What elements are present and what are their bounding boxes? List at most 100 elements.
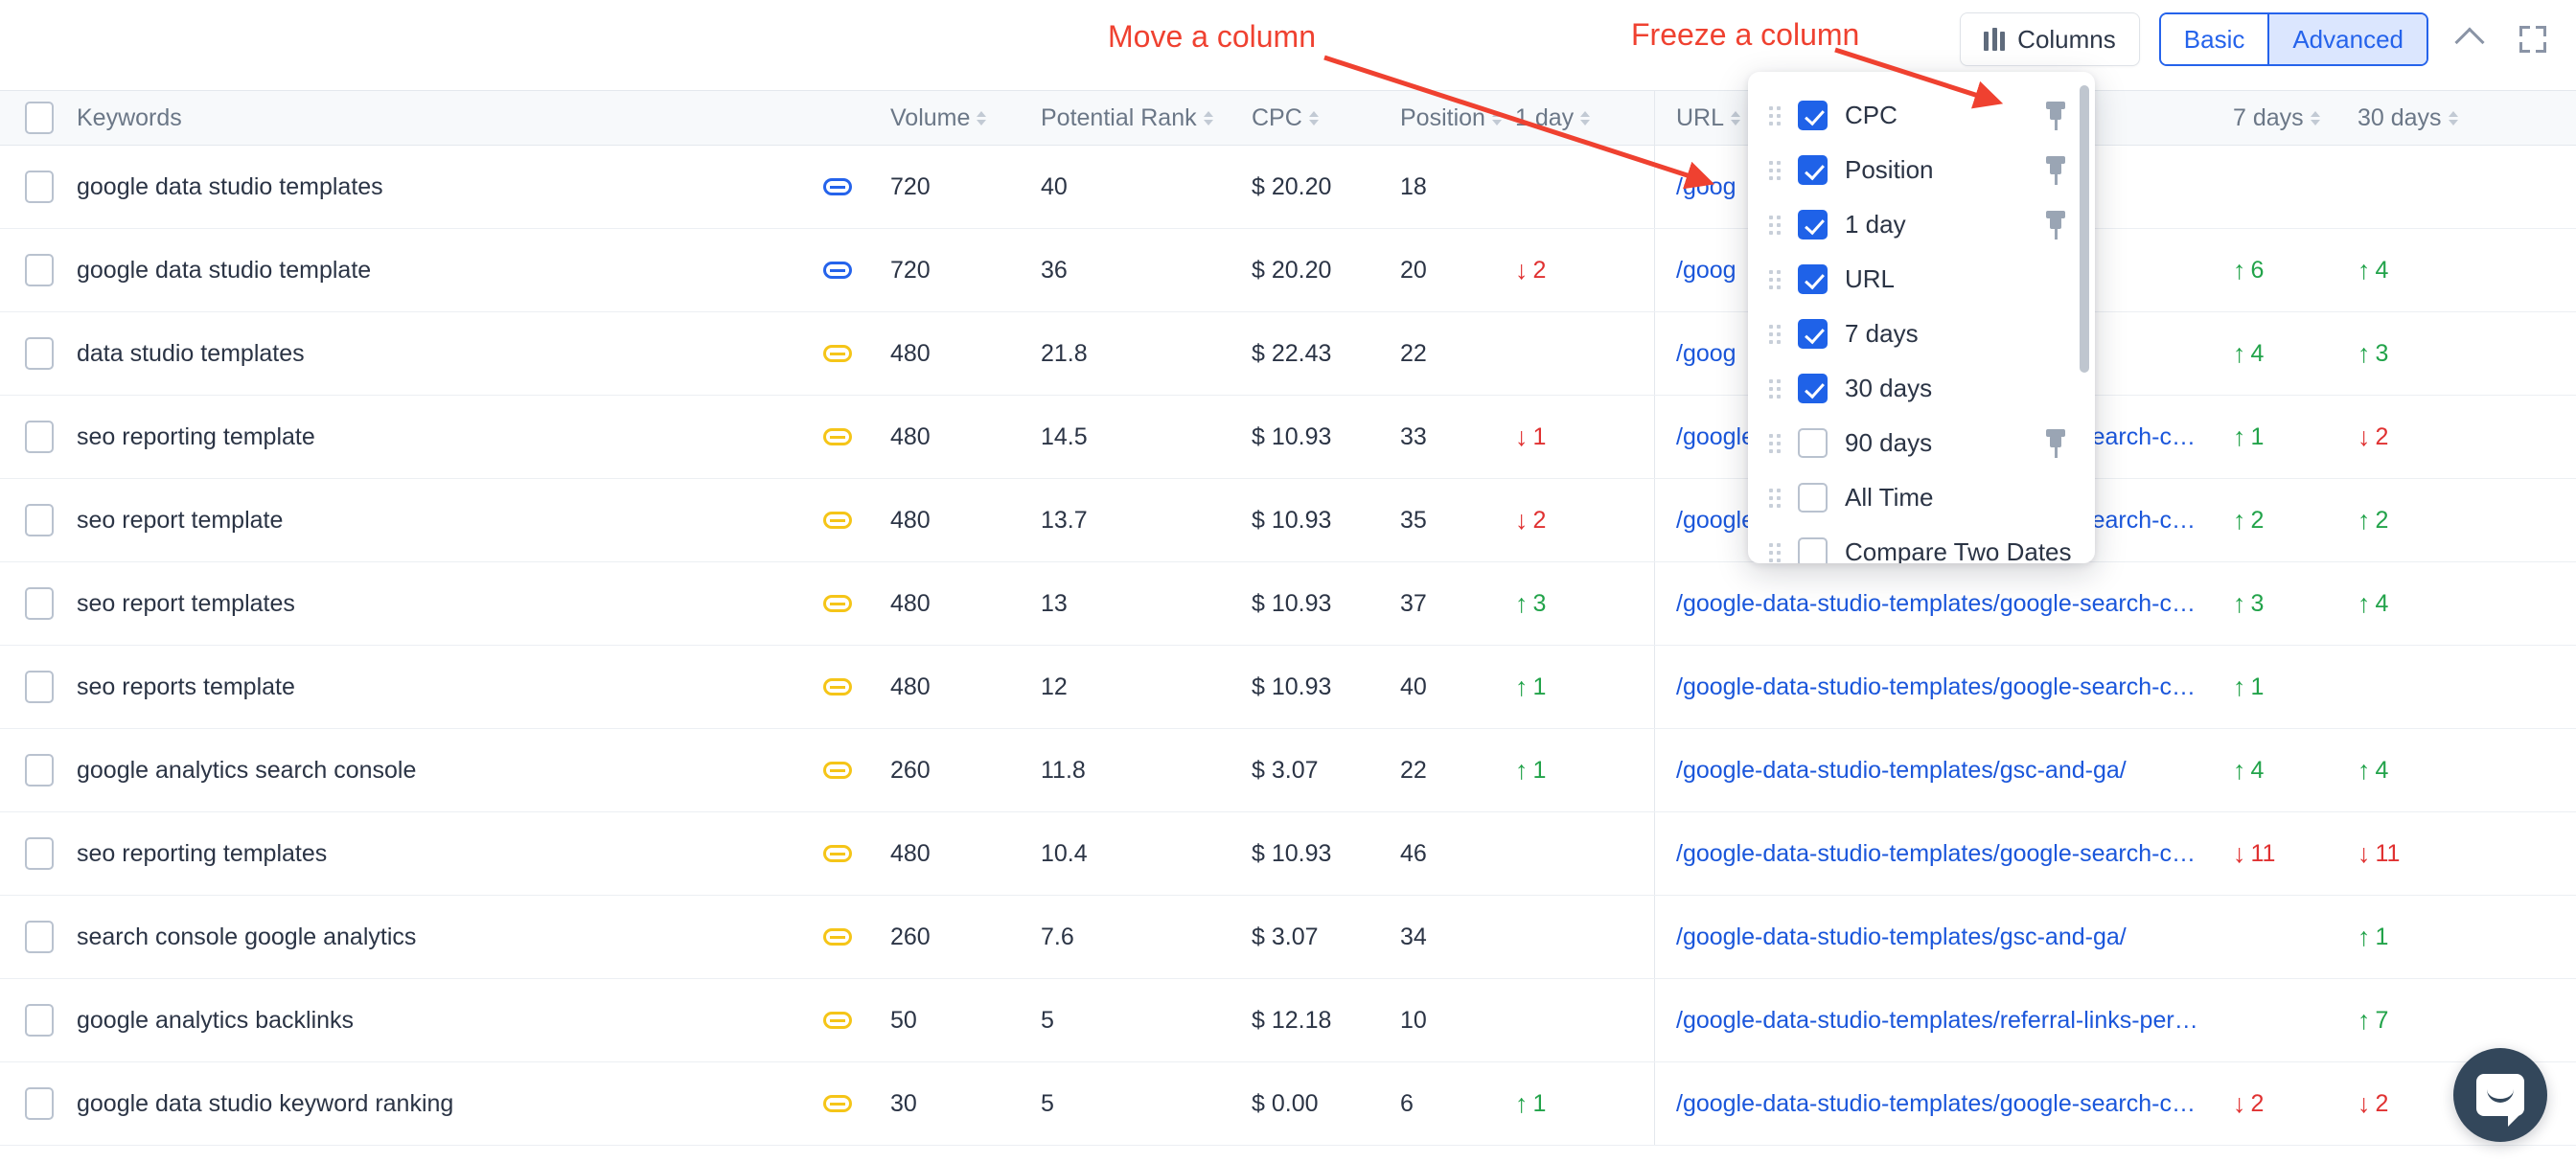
column-toggle-checkbox[interactable] [1798, 319, 1828, 349]
tab-advanced[interactable]: Advanced [2269, 14, 2426, 64]
url-link[interactable]: /google-data-studio-templates/google-sea… [1676, 673, 2198, 701]
drag-handle-icon[interactable] [1769, 215, 1781, 235]
url-link[interactable]: /google-data-studio-templates/gsc-and-ga… [1676, 924, 2127, 951]
column-header-volume[interactable]: Volume [890, 104, 987, 132]
table-row[interactable]: seo reporting template 480 14.5 $ 10.93 33 ↓ 1… [0, 396, 2576, 479]
pin-icon[interactable] [2043, 101, 2068, 130]
pin-icon[interactable] [2043, 428, 2068, 458]
table-row[interactable]: google data studio templates 720 40 $ 20.20… [0, 146, 2576, 229]
table-row[interactable]: seo report templates 480 13 $ 10.93 37 ↑ 3/goo… [0, 562, 2576, 646]
pin-icon[interactable] [2043, 210, 2068, 239]
link-icon[interactable] [822, 428, 852, 445]
link-icon[interactable] [822, 1012, 852, 1029]
drag-handle-icon[interactable] [1769, 269, 1781, 289]
row-checkbox[interactable] [25, 421, 54, 453]
column-header-30-days[interactable]: 30 days [2358, 104, 2458, 132]
row-checkbox[interactable] [25, 254, 54, 286]
row-checkbox[interactable] [25, 1087, 54, 1120]
column-header-1-day[interactable]: 1 day [1515, 104, 1591, 132]
seven-days-change: ↑ 4 [2233, 755, 2265, 785]
row-checkbox[interactable] [25, 1004, 54, 1037]
thirty-days-change: ↑ 2 [2358, 505, 2389, 535]
url-link[interactable]: /google-data-studio-templates/google-sea… [1676, 590, 2198, 618]
drag-handle-icon[interactable] [1769, 433, 1781, 453]
link-icon[interactable] [822, 678, 852, 696]
url-link[interactable]: /google-data-studio-templates/google-sea… [1676, 1090, 2198, 1118]
column-header-cpc[interactable]: CPC [1252, 104, 1319, 132]
drag-handle-icon[interactable] [1769, 542, 1781, 562]
fullscreen-button[interactable] [2511, 17, 2555, 61]
drag-handle-icon[interactable] [1769, 324, 1781, 344]
table-row[interactable]: seo report template48013.7$ 10.9335↓2/go… [0, 479, 2576, 562]
select-all-checkbox[interactable] [25, 102, 54, 134]
table-row[interactable]: google analytics search console 260 11.8 $ … [0, 729, 2576, 812]
url-link[interactable]: /goog [1676, 340, 1736, 368]
column-toggle-checkbox[interactable] [1798, 210, 1828, 239]
drag-handle-icon[interactable] [1769, 105, 1781, 125]
link-icon[interactable] [822, 1095, 852, 1112]
table-row[interactable]: google data studio template 720 36 $ 20.20 2… [0, 229, 2576, 312]
link-icon[interactable] [822, 595, 852, 612]
row-checkbox[interactable] [25, 587, 54, 620]
columns-dropdown-item[interactable]: CPC [1748, 88, 2095, 143]
column-toggle-checkbox[interactable] [1798, 264, 1828, 294]
url-link[interactable]: /goog [1676, 173, 1736, 201]
table-row[interactable]: google analytics backlinks 50 5 $ 12.18 10/g… [0, 979, 2576, 1062]
tab-basic[interactable]: Basic [2160, 14, 2268, 64]
link-icon[interactable] [822, 512, 852, 529]
row-checkbox[interactable] [25, 754, 54, 787]
column-header-keywords[interactable]: Keywords [77, 104, 182, 132]
link-icon[interactable] [822, 262, 852, 279]
row-checkbox[interactable] [25, 337, 54, 370]
columns-dropdown-item[interactable]: Position [1748, 143, 2095, 197]
columns-dropdown-item[interactable]: 30 days [1748, 361, 2095, 416]
chat-widget-button[interactable] [2453, 1048, 2547, 1142]
link-icon[interactable] [822, 178, 852, 195]
column-toggle-checkbox[interactable] [1798, 537, 1828, 563]
url-link[interactable]: /google-data-studio-templates/google-sea… [1676, 840, 2198, 868]
dropdown-scrollbar[interactable] [2080, 85, 2089, 373]
table-row[interactable]: google data studio keyword ranking 30 5 $ 0… [0, 1062, 2576, 1146]
columns-button[interactable]: Columns [1960, 12, 2140, 66]
link-icon[interactable] [822, 928, 852, 946]
url-link[interactable]: /goog [1676, 257, 1736, 285]
column-toggle-checkbox[interactable] [1798, 155, 1828, 185]
columns-dropdown-item[interactable]: 1 day [1748, 197, 2095, 252]
column-header-7-days[interactable]: 7 days [2233, 104, 2320, 132]
link-icon[interactable] [822, 845, 852, 862]
drag-handle-icon[interactable] [1769, 488, 1781, 508]
table-row[interactable]: seo reporting templates 480 10.4 $ 10.93 46 /… [0, 812, 2576, 896]
cpc-value: $ 3.07 [1252, 923, 1319, 950]
drag-handle-icon[interactable] [1769, 160, 1781, 180]
drag-handle-icon[interactable] [1769, 378, 1781, 399]
columns-dropdown-item[interactable]: 7 days [1748, 307, 2095, 361]
link-icon[interactable] [822, 762, 852, 779]
pin-icon[interactable] [2043, 155, 2068, 185]
potential-rank-value: 13 [1041, 589, 1068, 617]
column-header-potential-rank[interactable]: Potential Rank [1041, 104, 1213, 132]
columns-dropdown-item[interactable]: Compare Two Dates [1748, 525, 2095, 563]
column-header-position[interactable]: Position [1400, 104, 1502, 132]
column-toggle-checkbox[interactable] [1798, 101, 1828, 130]
row-checkbox[interactable] [25, 671, 54, 703]
row-checkbox[interactable] [25, 504, 54, 536]
row-checkbox[interactable] [25, 921, 54, 953]
table-row[interactable]: data studio templates 480 21.8 $ 22.43 22/go… [0, 312, 2576, 396]
cpc-value: $ 12.18 [1252, 1006, 1332, 1034]
link-icon[interactable] [822, 345, 852, 362]
column-toggle-checkbox[interactable] [1798, 374, 1828, 403]
columns-dropdown-item[interactable]: 90 days [1748, 416, 2095, 470]
column-toggle-checkbox[interactable] [1798, 428, 1828, 458]
url-link[interactable]: /google-data-studio-templates/referral-l… [1676, 1007, 2198, 1035]
table-row[interactable]: seo reports template 480 12 $ 10.93 40 ↑ 1/goo… [0, 646, 2576, 729]
columns-dropdown-item[interactable]: URL [1748, 252, 2095, 307]
arrow-up-icon: ↑ [2358, 755, 2371, 785]
url-link[interactable]: /google-data-studio-templates/gsc-and-ga… [1676, 757, 2127, 785]
table-row[interactable]: search console google analytics 260 7.6 $ 3… [0, 896, 2576, 979]
column-header-url[interactable]: URL [1676, 104, 1741, 132]
row-checkbox[interactable] [25, 837, 54, 870]
collapse-button[interactable] [2448, 17, 2492, 61]
columns-dropdown-item[interactable]: All Time [1748, 470, 2095, 525]
row-checkbox[interactable] [25, 171, 54, 203]
column-toggle-checkbox[interactable] [1798, 483, 1828, 513]
